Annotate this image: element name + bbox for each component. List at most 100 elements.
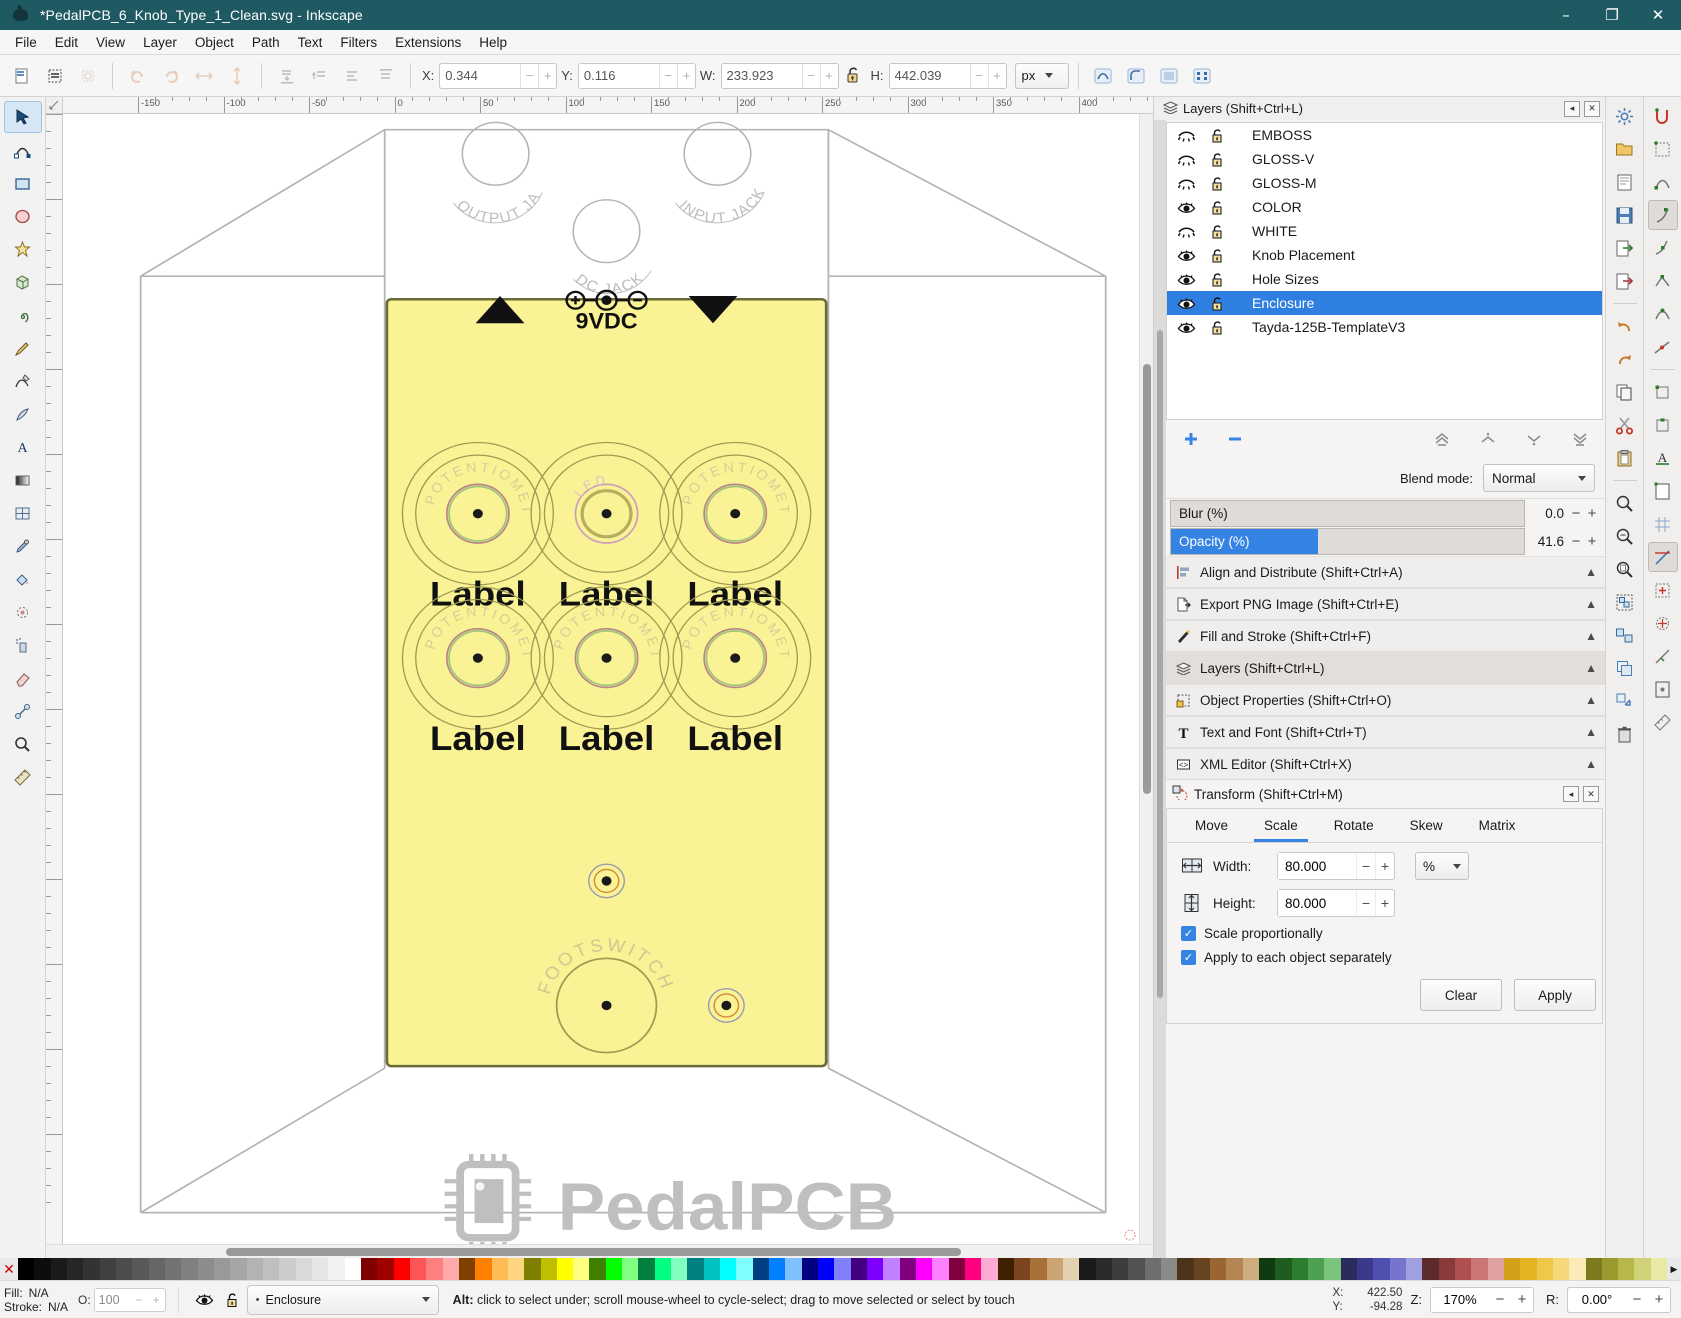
layer-lock-toggle-icon[interactable] bbox=[219, 1292, 247, 1308]
undo-icon[interactable] bbox=[1610, 311, 1640, 341]
snap-text-baseline-icon[interactable]: A bbox=[1648, 443, 1678, 473]
eye-closed-icon[interactable] bbox=[1177, 153, 1196, 166]
affect-patterns-icon[interactable] bbox=[1187, 60, 1218, 91]
palette-swatch[interactable] bbox=[328, 1258, 345, 1280]
dock-scroll-strip[interactable] bbox=[1154, 120, 1166, 1258]
palette-swatch[interactable] bbox=[426, 1258, 443, 1280]
palette-swatch[interactable] bbox=[1275, 1258, 1292, 1280]
width-input[interactable] bbox=[1278, 853, 1356, 879]
menu-view[interactable]: View bbox=[87, 32, 134, 53]
panel-fill-and-stroke[interactable]: Fill and Stroke (Shift+Ctrl+F) ▲ bbox=[1166, 620, 1605, 652]
palette-swatch[interactable] bbox=[1601, 1258, 1619, 1280]
horizontal-scroll-thumb[interactable] bbox=[226, 1248, 961, 1256]
snap-object-center-icon[interactable] bbox=[1648, 575, 1678, 605]
palette-swatch[interactable] bbox=[1520, 1258, 1537, 1280]
palette-swatch[interactable] bbox=[769, 1258, 786, 1280]
apply-each-object-row[interactable]: ✓ Apply to each object separately bbox=[1167, 941, 1602, 965]
height-input[interactable] bbox=[1278, 890, 1356, 916]
calligraphy-tool[interactable] bbox=[4, 398, 42, 430]
apply-button[interactable]: Apply bbox=[1514, 979, 1596, 1011]
horizontal-ruler[interactable]: -150 -100 -50 0 50 100 150 200 250 300 350 400 bbox=[63, 97, 1153, 114]
affect-rounded-corners-icon[interactable] bbox=[1121, 60, 1152, 91]
layer-row[interactable]: Tayda-125B-TemplateV3 bbox=[1167, 315, 1602, 339]
cut-icon[interactable] bbox=[1610, 410, 1640, 440]
mesh-gradient-tool[interactable] bbox=[4, 497, 42, 529]
measure-tool[interactable] bbox=[4, 761, 42, 793]
palette-swatch[interactable] bbox=[1552, 1258, 1570, 1280]
menu-help[interactable]: Help bbox=[470, 32, 516, 53]
panel-layers[interactable]: Layers (Shift+Ctrl+L) ▲ bbox=[1166, 652, 1605, 684]
paint-bucket-tool[interactable] bbox=[4, 563, 42, 595]
pencil-tool[interactable] bbox=[4, 332, 42, 364]
spray-tool[interactable] bbox=[4, 629, 42, 661]
palette-swatch[interactable] bbox=[18, 1258, 35, 1280]
snap-page-border-icon[interactable] bbox=[1648, 476, 1678, 506]
layer-row[interactable]: Knob Placement bbox=[1167, 243, 1602, 267]
dock-close-button[interactable]: ✕ bbox=[1584, 100, 1600, 117]
palette-swatch[interactable] bbox=[115, 1258, 133, 1280]
lower-layer-to-bottom-button[interactable] bbox=[1569, 428, 1591, 450]
blur-increment[interactable]: + bbox=[1585, 505, 1599, 522]
lock-open-icon[interactable] bbox=[1208, 248, 1226, 263]
y-decrement[interactable]: − bbox=[658, 63, 677, 88]
palette-swatch[interactable] bbox=[393, 1258, 410, 1280]
snap-guides-icon[interactable] bbox=[1647, 542, 1678, 572]
opacity-slider[interactable]: Opacity (%) bbox=[1170, 528, 1525, 555]
palette-swatch[interactable] bbox=[99, 1258, 116, 1280]
snap-rotation-center-icon[interactable] bbox=[1648, 608, 1678, 638]
affect-gradients-icon[interactable] bbox=[1154, 60, 1185, 91]
zoom-tool[interactable] bbox=[4, 728, 42, 760]
copy-icon[interactable] bbox=[1610, 377, 1640, 407]
delete-icon[interactable] bbox=[1610, 719, 1640, 749]
close-button[interactable]: ✕ bbox=[1635, 0, 1681, 30]
tab-matrix[interactable]: Matrix bbox=[1461, 809, 1534, 842]
palette-swatch[interactable] bbox=[197, 1258, 214, 1280]
palette-swatch[interactable] bbox=[1160, 1258, 1178, 1280]
palette-swatch[interactable] bbox=[1242, 1258, 1259, 1280]
palette-swatch[interactable] bbox=[491, 1258, 508, 1280]
palette-swatch[interactable] bbox=[1487, 1258, 1504, 1280]
palette-swatch[interactable] bbox=[164, 1258, 182, 1280]
palette-swatch[interactable] bbox=[66, 1258, 84, 1280]
lock-open-icon[interactable] bbox=[1208, 128, 1226, 143]
ruler-corner-unit[interactable] bbox=[46, 97, 63, 114]
lower-icon[interactable] bbox=[337, 60, 368, 91]
box-3d-tool[interactable] bbox=[4, 266, 42, 298]
tab-rotate[interactable]: Rotate bbox=[1316, 809, 1392, 842]
palette-swatch[interactable] bbox=[344, 1258, 361, 1280]
eye-open-icon[interactable] bbox=[1177, 249, 1196, 262]
palette-swatch[interactable] bbox=[801, 1258, 819, 1280]
palette-swatch[interactable] bbox=[867, 1258, 884, 1280]
snap-enable-icon[interactable] bbox=[1648, 101, 1678, 131]
palette-swatch[interactable] bbox=[1585, 1258, 1602, 1280]
lock-aspect-ratio-icon[interactable] bbox=[841, 62, 867, 90]
palette-swatch[interactable] bbox=[1503, 1258, 1521, 1280]
canvas-horizontal-scrollbar[interactable] bbox=[46, 1244, 1153, 1258]
open-document-icon[interactable] bbox=[1610, 134, 1640, 164]
spiral-tool[interactable] bbox=[4, 299, 42, 331]
pen-tool[interactable] bbox=[4, 365, 42, 397]
status-opacity-input[interactable] bbox=[94, 1288, 131, 1311]
palette-swatch[interactable] bbox=[279, 1258, 296, 1280]
export-icon[interactable] bbox=[1610, 266, 1640, 296]
maximize-button[interactable]: ❐ bbox=[1589, 0, 1635, 30]
menu-file[interactable]: File bbox=[6, 32, 46, 53]
palette-swatch[interactable] bbox=[818, 1258, 835, 1280]
palette-swatch[interactable] bbox=[1536, 1258, 1553, 1280]
gradient-tool[interactable] bbox=[4, 464, 42, 496]
palette-swatch[interactable] bbox=[1193, 1258, 1210, 1280]
rotation-spinbox[interactable]: − + bbox=[1567, 1286, 1671, 1313]
eye-closed-icon[interactable] bbox=[1177, 129, 1196, 142]
height-spinbox[interactable]: − + bbox=[1277, 889, 1395, 917]
width-decrement[interactable]: − bbox=[1356, 853, 1375, 879]
eye-closed-icon[interactable] bbox=[1177, 225, 1196, 238]
palette-swatch[interactable] bbox=[556, 1258, 574, 1280]
palette-swatch[interactable] bbox=[360, 1258, 378, 1280]
palette-swatch[interactable] bbox=[1046, 1258, 1063, 1280]
palette-swatch[interactable] bbox=[1471, 1258, 1488, 1280]
y-input[interactable] bbox=[578, 63, 659, 88]
palette-swatch[interactable] bbox=[1324, 1258, 1341, 1280]
palette-swatch[interactable] bbox=[622, 1258, 639, 1280]
palette-swatch[interactable] bbox=[1144, 1258, 1161, 1280]
rotation-input[interactable] bbox=[1568, 1292, 1626, 1307]
